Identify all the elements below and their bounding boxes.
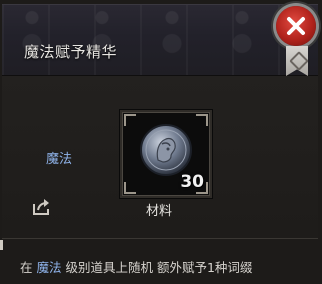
header-ornament [152, 5, 192, 75]
header-ornament [222, 5, 262, 75]
header-ornament [82, 5, 122, 75]
slot-corner [124, 114, 136, 126]
item-category-label: 材料 [146, 204, 173, 219]
tooltip-header: 魔法赋予精华 [2, 4, 318, 76]
item-description: 在 魔法 级别道具上随机 额外赋予1种词缀 [20, 257, 252, 276]
share-export-icon[interactable] [32, 198, 52, 216]
slot-corner [196, 114, 208, 126]
section-divider [2, 238, 318, 239]
close-button[interactable] [276, 6, 316, 46]
item-tooltip-panel: 魔法赋予精华 魔法 30 材料 在 魔法 级别道具上随机 额外赋予1种词缀 [0, 0, 322, 284]
item-grade-label: 魔法 [46, 152, 73, 167]
header-ornament [12, 5, 52, 75]
item-title: 魔法赋予精华 [24, 43, 118, 61]
close-x-icon [287, 17, 305, 35]
description-suffix: 级别道具上随机 额外赋予1种词缀 [65, 260, 253, 275]
slot-corner [124, 182, 136, 194]
silver-coin-icon [140, 124, 192, 176]
item-stack-count: 30 [180, 172, 204, 192]
description-highlight: 魔法 [36, 260, 62, 275]
description-prefix: 在 [20, 260, 33, 275]
item-slot[interactable]: 30 [120, 110, 212, 198]
panel-edge-marker [0, 240, 3, 250]
